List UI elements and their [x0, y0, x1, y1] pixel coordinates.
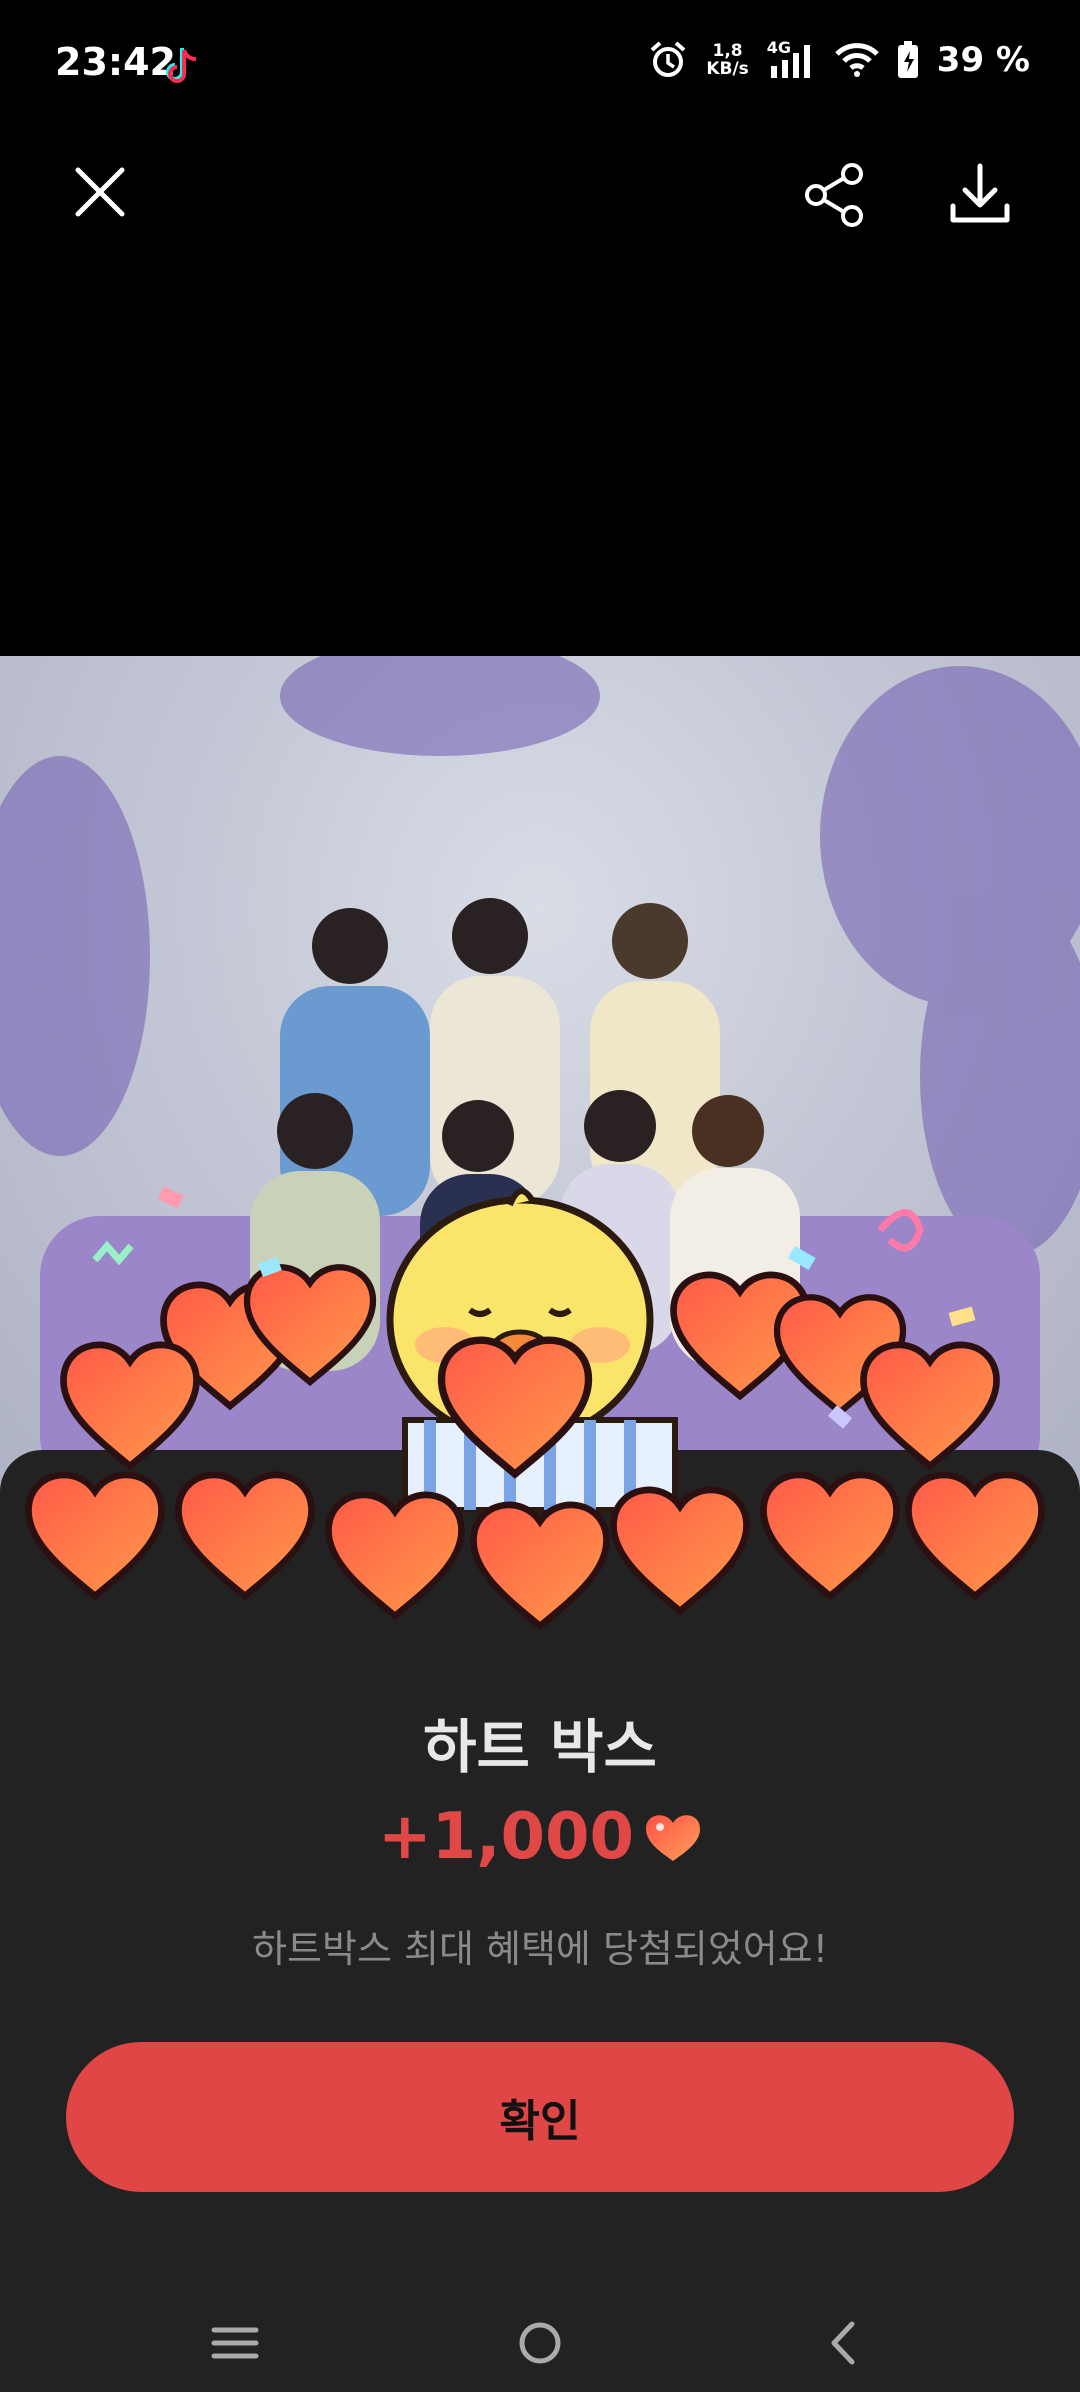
close-icon[interactable] [70, 162, 130, 222]
confirm-button-label: 확인 [499, 2096, 581, 2147]
menu-icon[interactable] [200, 2308, 270, 2378]
back-icon[interactable] [810, 2308, 880, 2378]
signal-icon: 4G [767, 38, 817, 80]
reward-message: 하트박스 최대 혜택에 당첨되었어요! [252, 1927, 828, 1971]
top-bar [0, 150, 1080, 240]
confirm-button[interactable]: 확인 [66, 2042, 1014, 2192]
net-speed-value: 1,8 [712, 41, 743, 61]
reward-amount-row: +1,000 [0, 1800, 1080, 1874]
status-icons: 1,8 KB/s 4G 39 % [648, 38, 1030, 80]
reward-title: 하트 박스 [423, 1713, 657, 1781]
heart-icon [646, 1815, 701, 1861]
reward-amount: +1,000 [377, 1800, 635, 1874]
status-bar: 23:42 1,8 KB/s 4G 39 % [0, 0, 1080, 130]
net-speed-unit: KB/s [706, 59, 749, 79]
net-speed: 1,8 KB/s [706, 42, 748, 78]
battery-icon [897, 41, 918, 78]
status-time: 23:42 [55, 40, 176, 84]
wifi-icon [834, 43, 879, 77]
tiktok-icon [166, 48, 197, 83]
home-icon[interactable] [505, 2308, 575, 2378]
download-icon[interactable] [945, 160, 1015, 230]
share-icon[interactable] [800, 160, 870, 230]
battery-level: 39 % [936, 40, 1030, 80]
system-nav-bar [0, 2290, 1080, 2390]
heart-box-illustration [0, 1186, 1080, 1650]
alarm-icon [650, 41, 686, 77]
